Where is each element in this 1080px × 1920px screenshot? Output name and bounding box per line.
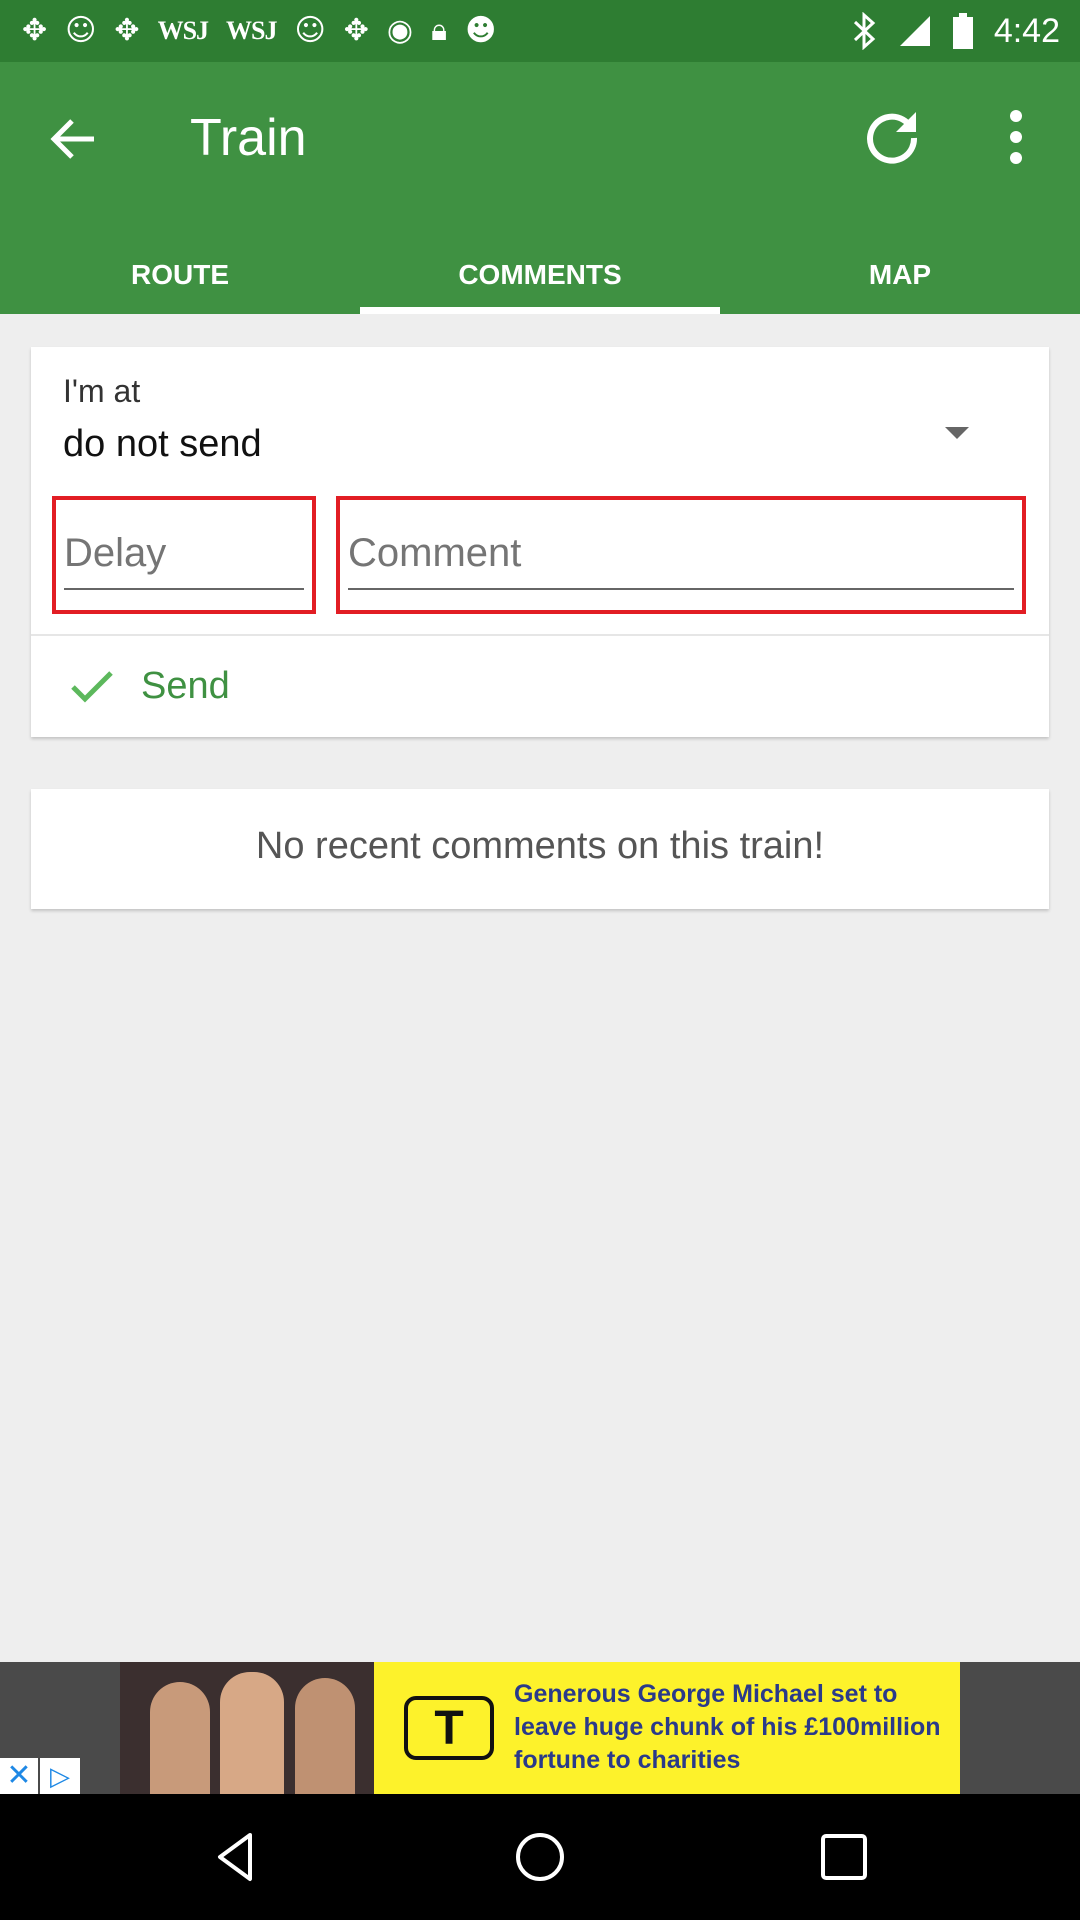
clock: 4:42 <box>993 11 1060 50</box>
app-bar: Train ROUTE COMMENTS MAP <box>0 62 1080 314</box>
tab-comments[interactable]: COMMENTS <box>360 237 720 314</box>
pulse-icon: ◉ <box>386 13 414 48</box>
smiley-icon: ☺ <box>65 13 97 48</box>
more-options-icon[interactable] <box>990 104 1042 170</box>
comment-field-highlight <box>336 496 1026 614</box>
ad-image[interactable] <box>120 1662 374 1794</box>
comments-list-card: No recent comments on this train! <box>31 789 1049 909</box>
send-button[interactable]: Send <box>31 637 1049 737</box>
ad-headline: Generous George Michael set to leave hug… <box>514 1680 941 1774</box>
page-title: Train <box>190 109 307 167</box>
pinwheel-icon: ✥ <box>343 13 369 48</box>
comment-input[interactable] <box>348 518 1014 590</box>
ad-close-icon[interactable]: ✕ <box>0 1758 38 1794</box>
comment-form-card: I'm at do not send Send <box>31 347 1049 737</box>
status-bar: ✥ ☺ ✥ WSJ WSJ ☺ ✥ ◉ 🔒︎ ☻ 4:42 <box>0 0 1080 62</box>
ad-choices-icon[interactable]: ▷ <box>40 1758 80 1794</box>
pinwheel-icon: ✥ <box>114 13 140 48</box>
wsj-icon: WSJ <box>157 16 209 45</box>
face-icon: ☻ <box>465 13 497 48</box>
ad-logo: T <box>404 1696 494 1760</box>
delay-field-highlight <box>52 496 316 614</box>
back-arrow-icon[interactable] <box>40 106 106 172</box>
nav-back-icon[interactable] <box>206 1827 266 1887</box>
refresh-icon[interactable] <box>860 104 924 168</box>
system-nav-bar <box>0 1794 1080 1920</box>
pinwheel-icon: ✥ <box>22 13 48 48</box>
bluetooth-icon <box>853 12 876 50</box>
empty-comments-message: No recent comments on this train! <box>255 825 825 867</box>
delay-input[interactable] <box>64 518 304 590</box>
battery-icon <box>952 13 973 49</box>
send-label: Send <box>141 665 230 707</box>
lock-icon: 🔒︎ <box>431 13 448 48</box>
nav-recents-icon[interactable] <box>814 1827 874 1887</box>
smiley-icon: ☺ <box>294 13 326 48</box>
tab-route[interactable]: ROUTE <box>0 237 360 314</box>
wsj-icon: WSJ <box>226 16 277 45</box>
signal-icon <box>899 16 930 46</box>
check-icon <box>71 671 113 703</box>
nav-home-icon[interactable] <box>510 1827 570 1887</box>
chevron-down-icon[interactable] <box>937 417 977 447</box>
ad-banner[interactable]: T Generous George Michael set to leave h… <box>0 1662 1080 1794</box>
ad-content[interactable]: T Generous George Michael set to leave h… <box>374 1662 960 1794</box>
divider <box>31 634 1049 636</box>
tab-bar: ROUTE COMMENTS MAP <box>0 237 1080 314</box>
tab-map[interactable]: MAP <box>720 237 1080 314</box>
location-label: I'm at <box>63 373 141 409</box>
location-dropdown-value[interactable]: do not send <box>63 423 262 466</box>
